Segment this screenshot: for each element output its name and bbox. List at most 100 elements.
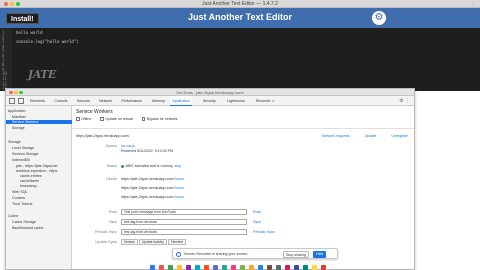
client-1: https://jate-2tgus.herokuapp.com/ focus [121,177,184,181]
bypass-for-network-checkbox[interactable]: Bypass for network [141,117,177,121]
sidebar-item-cookies[interactable]: Cookies [12,196,25,200]
tab-performance[interactable]: Performance [119,96,144,106]
window-title-bar: Just Another Text Editor — 1.4.7.2 ⋮ [0,0,480,8]
stop-link[interactable]: stop [174,164,181,168]
screen-recorder-bar: Screen Recorder is sharing your screen. … [172,248,338,259]
sidebar-item-manifest[interactable]: Manifest [12,115,26,119]
dock-app-icon[interactable] [204,265,209,270]
client-3: https://jate-2tgus.herokuapp.com/ focus [121,195,184,199]
dock-app-icon[interactable] [231,265,236,270]
dock-app-icon[interactable] [150,265,155,270]
status-value: #887 activated and is running stop [121,164,181,168]
sidebar-item-local-storage[interactable]: Local Storage [12,146,34,150]
settings-icon[interactable]: ⚙ [372,11,386,25]
tab-lighthouse[interactable]: Lighthouse [225,96,247,106]
tab-recorder[interactable]: Recorder ⚠ [254,96,277,106]
source-label: Source [105,144,117,148]
service-workers-panel: Service Workers Offline Update on reload… [72,106,414,269]
jate-logo: JATE [26,68,57,81]
sidebar-item-storage[interactable]: Storage [12,126,25,130]
sync-input[interactable]: test-tag-from-devtools [121,219,247,225]
sidebar-item-session-storage[interactable]: Session Storage [12,152,38,156]
extensions-icon[interactable]: ⋮ [471,1,476,7]
devtools-title: DevTools - jate-2tgus.herokuapp.com/ [176,90,244,95]
sidebar-header-cache: Cache [8,214,19,218]
tab-application[interactable]: Application [170,96,192,106]
sidebar-item-web-sql[interactable]: Web SQL [12,190,28,194]
dock-app-icon[interactable] [258,265,263,270]
sidebar-item-jate-db[interactable]: jate - https://jate-2tgus.her [16,164,58,168]
status-indicator-icon [121,164,124,168]
service-worker-options: Offline Update on reload Bypass for netw… [76,117,185,121]
code-line[interactable]: hello world [16,30,43,35]
dock-app-icon[interactable] [321,265,326,270]
sidebar-item-back-forward-cache[interactable]: Back/forward cache [12,226,44,230]
dock-app-icon[interactable] [294,265,299,270]
dock-app-icon[interactable] [195,265,200,270]
push-button[interactable]: Push [253,210,261,214]
client-2: https://jate-2tgus.herokuapp.com/ focus [121,186,184,190]
version-column: Version [121,239,138,245]
sidebar-item-service-workers[interactable]: Service Workers [6,120,72,124]
dock-app-icon[interactable] [222,265,227,270]
update-cycle-table: Version Update Activity Timeline [121,239,187,245]
network-requests-link[interactable]: Network requests [322,134,350,138]
tab-security[interactable]: Security [201,96,218,106]
sidebar-item-trust-tokens[interactable]: Trust Tokens [12,202,32,206]
dock-app-icon[interactable] [186,265,191,270]
focus-link[interactable]: focus [175,195,184,199]
periodic-sync-button[interactable]: Periodic Sync [253,230,275,234]
window-title: Just Another Text Editor — 1.4.7.2 [202,1,278,7]
sidebar-item-cachename[interactable]: cacheName [20,179,39,183]
tab-sources[interactable]: Sources [75,96,92,106]
stop-sharing-button[interactable]: Stop sharing [283,251,310,258]
sync-button[interactable]: Sync [253,220,261,224]
code-editor[interactable]: 1 hello world 2 3 console.log("hello world")… [0,28,480,91]
dock-app-icon[interactable] [249,265,254,270]
focus-link[interactable]: focus [175,177,184,181]
sidebar-item-indexeddb[interactable]: IndexedDB [12,158,30,162]
sidebar-header-application: Application [8,109,26,113]
tab-elements[interactable]: Elements [28,96,47,106]
dock-app-icon[interactable] [267,265,272,270]
app-window: Just Another Text Editor — 1.4.7.2 ⋮ Ins… [0,0,480,91]
dock-app-icon[interactable] [159,265,164,270]
dock-app-icon[interactable] [177,265,182,270]
sidebar-item-timestamp[interactable]: timestamp [20,184,37,188]
dock-app-icon[interactable] [303,265,308,270]
hide-button[interactable]: Hide [313,251,327,258]
tab-console[interactable]: Console [52,96,69,106]
dock-app-icon[interactable] [312,265,317,270]
received-time: Received 5/11/2022, 9:13:02 PM [121,149,174,153]
update-on-reload-checkbox[interactable]: Update on reload [100,117,133,121]
focus-link[interactable]: focus [175,186,184,190]
unregister-link[interactable]: Unregister [391,134,408,138]
tab-network[interactable]: Network [97,96,114,106]
dock-app-icon[interactable] [285,265,290,270]
devtools-window: DevTools - jate-2tgus.herokuapp.com/ Ele… [5,88,415,270]
offline-checkbox[interactable]: Offline [76,117,91,121]
dock-app-icon[interactable] [240,265,245,270]
periodic-sync-input[interactable]: test-tag-from-devtools [121,229,247,235]
push-label: Push [108,210,117,214]
screen-recorder-message: Screen Recorder is sharing your screen. [184,252,249,256]
sidebar-item-workbox-expiration[interactable]: workbox-expiration - https: [16,169,58,173]
devtools-settings-icon[interactable]: ⚙ ⋮ [399,98,410,104]
push-input[interactable]: Test push message from DevTools. [121,209,247,215]
code-line[interactable]: console.log("hello world") [16,39,79,44]
service-worker-links: Network requests Update Unregister [308,134,408,138]
source-link[interactable]: src-sw.js [121,144,135,148]
sidebar-item-cache-storage[interactable]: Cache Storage [12,220,36,224]
dock-app-icon[interactable] [168,265,173,270]
sync-label: Sync [109,220,117,224]
tab-memory[interactable]: Memory [150,96,167,106]
timeline-column: Timeline [167,239,187,245]
update-link[interactable]: Update [365,134,377,138]
dock-app-icon[interactable] [276,265,281,270]
app-header: Install! Just Another Text Editor ⚙ [0,8,480,28]
dock-app-icon[interactable] [213,265,218,270]
inspect-element-icon[interactable] [9,98,15,104]
status-label: Status [106,164,117,168]
device-toolbar-icon[interactable] [18,98,24,104]
sidebar-item-cache-entries[interactable]: cache-entries [20,174,42,178]
